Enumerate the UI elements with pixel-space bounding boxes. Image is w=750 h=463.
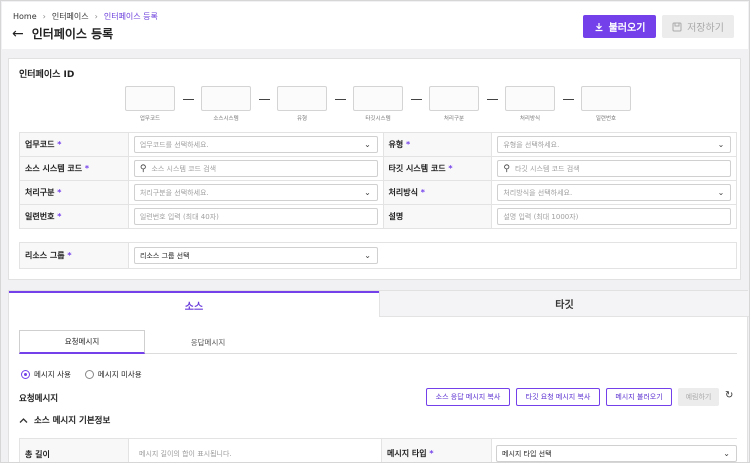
- message-type-select[interactable]: 메시지 타입 선택 ⌄: [496, 445, 737, 462]
- radio-message-use[interactable]: 메시지 사용: [21, 369, 71, 380]
- id-dash: [259, 99, 270, 100]
- chevron-right-icon: ›: [42, 12, 46, 21]
- save-icon: [672, 22, 682, 31]
- save-button-label: 저장하기: [687, 23, 724, 34]
- chevron-down-icon: ⌄: [723, 449, 730, 458]
- search-icon: ⚲: [139, 163, 147, 174]
- radio-selected-icon: [21, 370, 30, 379]
- id-dash: [487, 99, 498, 100]
- id-part-box: [353, 86, 403, 111]
- description-input[interactable]: 설명 입력 (최대 1000자): [497, 208, 732, 225]
- search-icon: ⚲: [503, 163, 510, 174]
- message-use-radios: 메시지 사용 메시지 미사용: [21, 369, 142, 380]
- type-select[interactable]: 유형을 선택하세요. ⌄: [497, 136, 732, 153]
- breadcrumb: Home › 인터페이스 › 인터페이스 등록: [13, 11, 158, 22]
- basic-info-title: 소스 메시지 기본정보: [34, 416, 111, 426]
- load-button[interactable]: 불러오기: [583, 15, 656, 38]
- id-part-label: 처리구분: [443, 116, 465, 122]
- basic-info-header[interactable]: 소스 메시지 기본정보: [19, 414, 110, 426]
- tab-target[interactable]: 타깃: [379, 291, 749, 317]
- process-type-select[interactable]: 처리구분을 선택하세요. ⌄: [133, 184, 378, 201]
- id-part-box: [581, 86, 631, 111]
- process-method-select[interactable]: 처리방식을 선택하세요. ⌄: [497, 184, 732, 201]
- form-row: 업무코드 * 업무코드를 선택하세요. ⌄ 유형 * 유형을 선택하세요. ⌄: [20, 133, 738, 157]
- form-label: 타깃 시스템 코드 *: [383, 157, 493, 180]
- breadcrumb-current: 인터페이스 등록: [103, 12, 158, 21]
- id-part-label: 타깃시스템: [365, 116, 391, 122]
- form-label: 업무코드 *: [20, 133, 129, 156]
- target-system-search-input[interactable]: ⚲ 타깃 시스템 코드 검색: [497, 160, 732, 177]
- business-code-select[interactable]: 업무코드를 선택하세요. ⌄: [133, 136, 378, 153]
- subtab-response[interactable]: 응답메시지: [145, 330, 271, 354]
- load-button-label: 불러오기: [608, 23, 646, 34]
- back-arrow-icon[interactable]: ←: [12, 27, 24, 41]
- form-label: 리소스 그룹 *: [20, 243, 129, 268]
- request-message-title: 요청메시지: [19, 394, 59, 404]
- interface-id-title: 인터페이스 ID: [19, 70, 75, 80]
- message-type-label: 메시지 타입 *: [382, 439, 492, 462]
- source-system-search-input[interactable]: ⚲ 소스 시스템 코드 검색: [133, 160, 378, 177]
- id-part-label: 유형: [296, 116, 308, 122]
- chevron-up-icon: [19, 417, 28, 423]
- message-subtabs: 요청메시지 응답메시지: [19, 330, 737, 354]
- save-button[interactable]: 저장하기: [662, 15, 734, 38]
- preview-button[interactable]: 예림하기: [678, 388, 719, 406]
- interface-info-card: 인터페이스 ID 업무코드 소스시스템 유형 타깃시스템 처리구분 처리방식 일…: [8, 58, 741, 280]
- id-part-box: [429, 86, 479, 111]
- form-label: 유형 *: [383, 133, 493, 156]
- chevron-down-icon: ⌄: [364, 140, 371, 149]
- subtab-request[interactable]: 요청메시지: [19, 330, 145, 354]
- copy-source-response-button[interactable]: 소스 응답 메시지 복사: [426, 388, 510, 406]
- total-length-value: 메시지 길이의 합이 표시됩니다.: [129, 439, 382, 462]
- id-dash: [335, 99, 346, 100]
- id-part-box: [505, 86, 555, 111]
- chevron-down-icon: ⌄: [364, 251, 371, 260]
- id-part-box: [125, 86, 175, 111]
- message-card: 소스 타깃 요청메시지 응답메시지 메시지 사용 메시지 미사용 요청메시지 소…: [8, 290, 749, 462]
- chevron-right-icon: ›: [94, 12, 98, 21]
- radio-message-not-use[interactable]: 메시지 미사용: [84, 369, 142, 380]
- resource-group-select[interactable]: 리소스 그룹 선택 ⌄: [134, 247, 378, 264]
- total-length-label: 총 길이: [20, 439, 129, 462]
- breadcrumb-home[interactable]: Home: [13, 12, 37, 21]
- id-part-label: 소스시스템: [213, 116, 239, 122]
- chevron-down-icon: ⌄: [364, 188, 371, 197]
- form-row: 처리구분 * 처리구분을 선택하세요. ⌄ 처리방식 * 처리방식을 선택하세요.…: [20, 181, 738, 205]
- chevron-down-icon: ⌄: [717, 188, 725, 197]
- form-label: 설명: [383, 205, 493, 228]
- form-label: 소스 시스템 코드 *: [20, 157, 129, 180]
- interface-form-grid: 업무코드 * 업무코드를 선택하세요. ⌄ 유형 * 유형을 선택하세요. ⌄ 소스…: [19, 132, 738, 229]
- id-dash: [183, 99, 194, 100]
- id-part-label: 일련번호: [595, 116, 617, 122]
- breadcrumb-interface[interactable]: 인터페이스: [52, 11, 89, 22]
- download-icon: [595, 22, 603, 31]
- form-label: 처리구분 *: [20, 181, 129, 204]
- basic-info-grid: 총 길이 메시지 길이의 합이 표시됩니다. 메시지 타입 * 메시지 타입 선…: [19, 438, 737, 462]
- refresh-icon[interactable]: ↻: [725, 390, 733, 401]
- form-label: 처리방식 *: [383, 181, 493, 204]
- chevron-down-icon: ⌄: [717, 140, 725, 149]
- tab-source[interactable]: 소스: [9, 291, 379, 317]
- form-row: 일련번호 * 일련번호 입력 (최대 40자) 설명 설명 입력 (최대 100…: [20, 205, 738, 229]
- copy-target-request-button[interactable]: 타깃 요청 메시지 복사: [516, 388, 600, 406]
- form-label: 일련번호 *: [20, 205, 129, 228]
- resource-group-row: 리소스 그룹 * 리소스 그룹 선택 ⌄: [19, 242, 737, 269]
- form-row: 소스 시스템 코드 * ⚲ 소스 시스템 코드 검색 타깃 시스템 코드 * ⚲ 타…: [20, 157, 738, 181]
- id-dash: [563, 99, 574, 100]
- serial-number-input[interactable]: 일련번호 입력 (최대 40자): [133, 208, 378, 225]
- id-part-label: 처리방식: [519, 116, 541, 122]
- id-part-box: [201, 86, 251, 111]
- id-dash: [411, 99, 422, 100]
- page-title: 인터페이스 등록: [31, 27, 114, 41]
- radio-unselected-icon: [84, 370, 94, 379]
- id-part-label: 업무코드: [139, 116, 161, 122]
- page-header: Home › 인터페이스 › 인터페이스 등록 ← 인터페이스 등록 불러오기 …: [2, 2, 748, 49]
- load-message-button[interactable]: 메시지 불러오기: [606, 388, 672, 406]
- id-part-box: [277, 86, 327, 111]
- app-window: Home › 인터페이스 › 인터페이스 등록 ← 인터페이스 등록 불러오기 …: [0, 0, 750, 463]
